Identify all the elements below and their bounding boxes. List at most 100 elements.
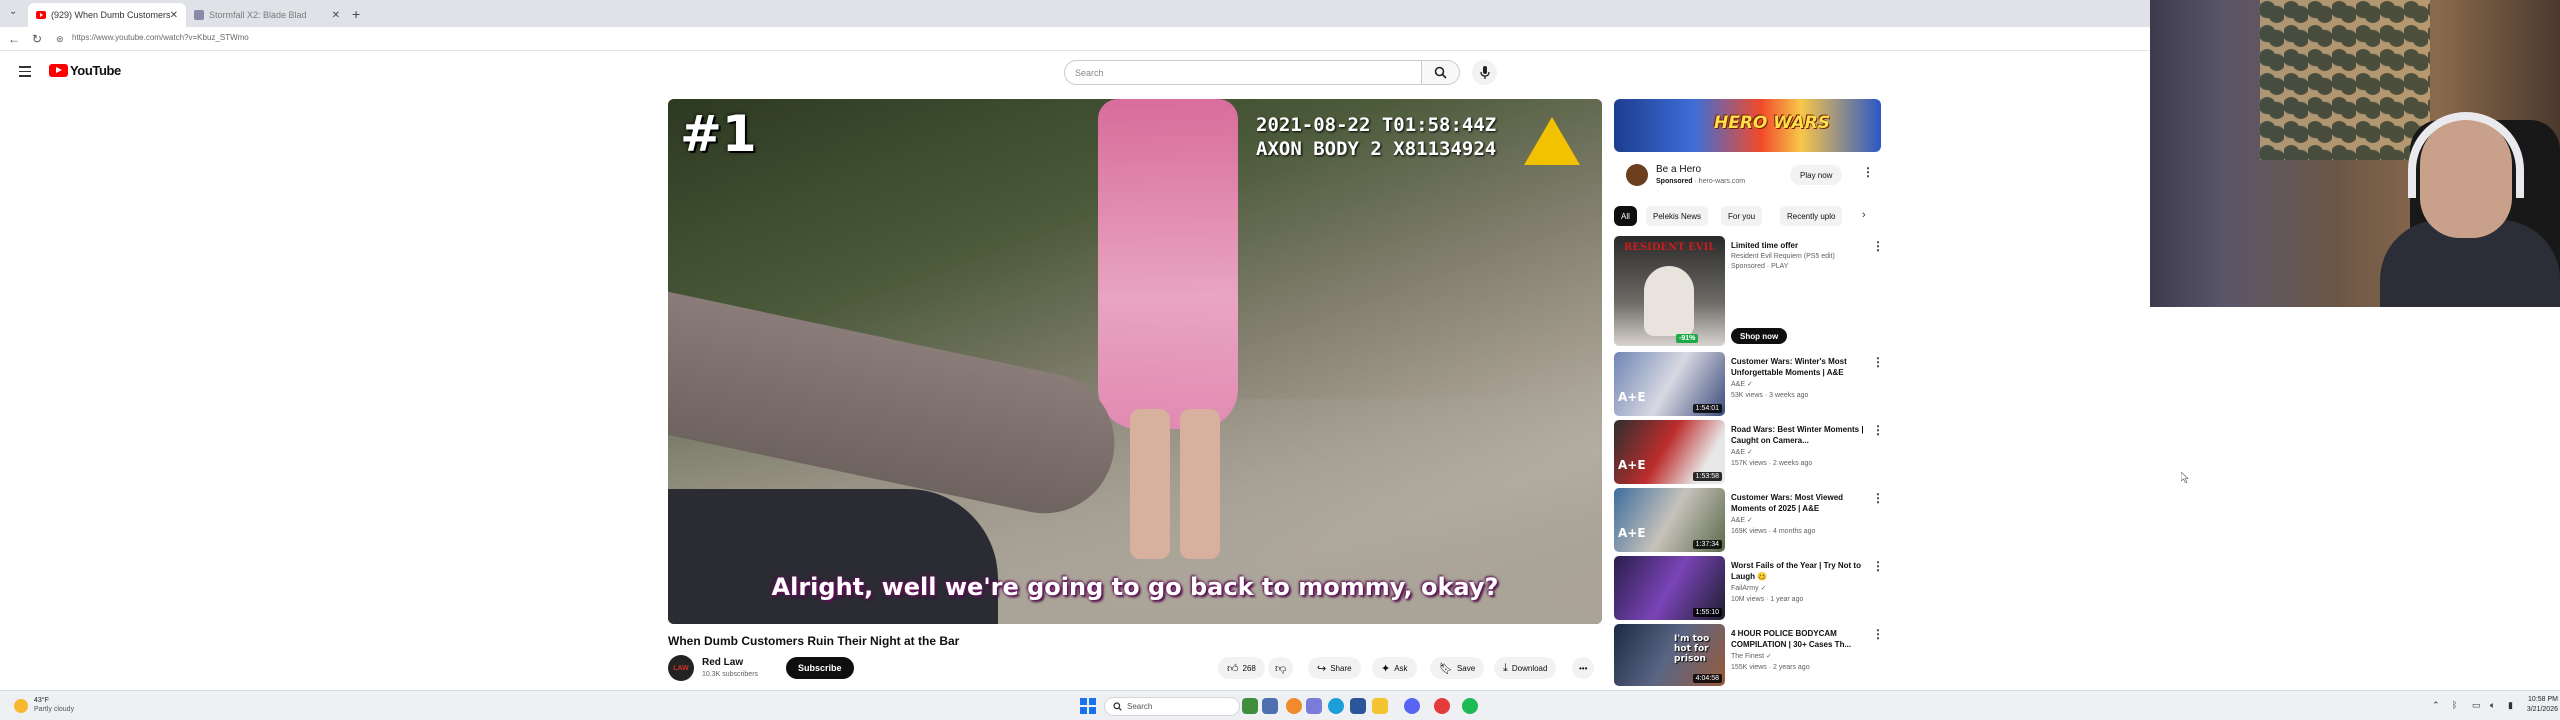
share-button[interactable]: ↪ Share xyxy=(1308,657,1361,679)
verified-icon: ✓ xyxy=(1760,585,1767,592)
download-button[interactable]: ⤓ Download xyxy=(1494,657,1557,679)
menu-icon[interactable] xyxy=(19,66,31,80)
system-clock[interactable]: 10:58 PM 3/21/2026 xyxy=(2524,695,2558,715)
more-vertical-icon[interactable]: ⋮ xyxy=(1872,560,1884,572)
voice-search-button[interactable] xyxy=(1472,60,1497,85)
reload-icon[interactable]: ↻ xyxy=(32,32,42,46)
rec-thumbnail[interactable]: A+E 1:53:58 xyxy=(1614,420,1725,484)
advertiser-logo xyxy=(1626,164,1648,186)
rec-thumbnail[interactable]: A+E 1:37:34 xyxy=(1614,488,1725,552)
rec-thumbnail[interactable]: A+E 1:54:01 xyxy=(1614,352,1725,416)
subscribe-button[interactable]: Subscribe xyxy=(786,657,854,679)
close-tab-icon[interactable]: ✕ xyxy=(170,10,178,21)
play-now-button[interactable]: Play now xyxy=(1790,165,1843,185)
url-field[interactable]: https://www.youtube.com/watch?v=Kbuz_STW… xyxy=(72,33,249,42)
rec-meta: 10M views · 1 year ago xyxy=(1731,596,1804,603)
verified-icon: ✓ xyxy=(1746,449,1753,456)
spotify-icon[interactable] xyxy=(1462,698,1478,714)
chrome-icon[interactable] xyxy=(1434,698,1450,714)
close-tab-icon[interactable]: ✕ xyxy=(332,10,340,21)
thumbnail-figure xyxy=(1644,266,1694,336)
tab-list-chevron-icon[interactable]: ⌄ xyxy=(9,6,17,17)
ad-banner-text: HERO WARS xyxy=(1714,113,1830,133)
youtube-logo[interactable]: YouTube xyxy=(49,63,121,78)
channel-avatar[interactable]: LAW xyxy=(668,655,694,681)
search-button[interactable] xyxy=(1422,60,1460,85)
shop-now-button[interactable]: Shop now xyxy=(1731,328,1788,344)
recommendation-item[interactable]: 1:55:10 Worst Fails of the Year | Try No… xyxy=(1614,556,1884,620)
ad-banner-image[interactable]: HERO WARS xyxy=(1614,99,1881,152)
more-vertical-icon[interactable]: ⋮ xyxy=(1872,424,1884,436)
battery-icon[interactable]: ▮ xyxy=(2508,700,2513,711)
share-icon: ↪ xyxy=(1317,662,1327,675)
edge-icon[interactable] xyxy=(1328,698,1344,714)
back-arrow-icon[interactable]: ← xyxy=(8,32,20,46)
more-vertical-icon[interactable]: ⋮ xyxy=(1872,240,1884,252)
video-player[interactable]: #1 2021-08-22 T01:58:44Z AXON BODY 2 X81… xyxy=(668,99,1602,624)
site-info-icon[interactable]: ⊜ xyxy=(56,34,64,45)
windows-start-icon[interactable] xyxy=(1080,698,1096,714)
store-icon[interactable] xyxy=(1350,698,1366,714)
duration-badge: 1:54:01 xyxy=(1692,404,1722,413)
rec-meta: 157K views · 2 weeks ago xyxy=(1731,460,1813,467)
recommendation-item[interactable]: I'm too hot for prison 4:04:58 4 HOUR PO… xyxy=(1614,624,1884,686)
tray-overflow-chevron-icon[interactable]: ⌃ xyxy=(2432,700,2440,711)
channel-name[interactable]: Red Law xyxy=(702,657,743,668)
more-vertical-icon[interactable]: ⋮ xyxy=(1872,492,1884,504)
recommendation-item[interactable]: A+E 1:37:34 Customer Wars: Most Viewed M… xyxy=(1614,488,1884,552)
task-view-icon[interactable] xyxy=(1262,698,1278,714)
discord-icon[interactable] xyxy=(1404,698,1420,714)
network-icon[interactable]: ▭ xyxy=(2472,700,2481,711)
dislike-button[interactable]: 👎︎ xyxy=(1268,657,1294,679)
rec-channel-name: FailArmy xyxy=(1731,585,1759,592)
thumbs-up-icon: 👍︎ xyxy=(1227,662,1239,675)
rec-channel-name: The Finest xyxy=(1731,653,1765,660)
sponsored-recommendation[interactable]: RESIDENT EVIL -91% Limited time offer Re… xyxy=(1614,236,1884,346)
more-actions-button[interactable]: ••• xyxy=(1572,657,1595,679)
filter-chips: All Pelekis News For you Recently uplo › xyxy=(1614,206,1881,226)
weather-temperature: 43°F xyxy=(34,697,49,704)
bluetooth-icon[interactable]: ᛒ xyxy=(2452,700,2457,710)
duration-badge: 4:04:58 xyxy=(1692,674,1722,683)
ad-title[interactable]: Be a Hero xyxy=(1656,164,1701,175)
video-frame-leg xyxy=(1180,409,1220,559)
rec-title: Worst Fails of the Year | Try Not to Lau… xyxy=(1731,561,1861,581)
chip-pelekis-news[interactable]: Pelekis News xyxy=(1646,206,1709,226)
more-vertical-icon[interactable]: ⋮ xyxy=(1872,356,1884,368)
thumbnail-text: A+E xyxy=(1618,458,1646,472)
recommendation-item[interactable]: A+E 1:54:01 Customer Wars: Winter's Most… xyxy=(1614,352,1884,416)
browser-tab-stormfall[interactable]: Stormfall X2: Blade Blad ✕ xyxy=(186,3,348,27)
tab-label: Stormfall X2: Blade Blad xyxy=(209,10,307,20)
rec-title: Road Wars: Best Winter Moments | Caught … xyxy=(1731,425,1864,445)
ask-button[interactable]: ✦ Ask xyxy=(1372,657,1417,679)
video-title: When Dumb Customers Ruin Their Night at … xyxy=(668,634,960,648)
new-tab-icon[interactable]: + xyxy=(352,6,360,22)
like-button[interactable]: 👍︎ 268 xyxy=(1218,657,1265,679)
more-vertical-icon[interactable]: ⋮ xyxy=(1872,628,1884,640)
search-icon xyxy=(1113,702,1122,711)
rec-title: 4 HOUR POLICE BODYCAM COMPILATION | 30+ … xyxy=(1731,629,1852,649)
more-vertical-icon[interactable]: ⋮ xyxy=(1862,166,1874,178)
chip-for-you[interactable]: For you xyxy=(1721,206,1763,226)
address-bar-row: ← ↻ ⊜ https://www.youtube.com/watch?v=Kb… xyxy=(0,27,2150,51)
sponsored-thumbnail[interactable]: RESIDENT EVIL -91% xyxy=(1614,236,1725,346)
chevron-right-icon[interactable]: › xyxy=(1862,209,1866,221)
recommendation-item[interactable]: A+E 1:53:58 Road Wars: Best Winter Momen… xyxy=(1614,420,1884,484)
save-button[interactable]: 🔖︎ Save xyxy=(1430,657,1485,679)
rec-thumbnail[interactable]: 1:55:10 xyxy=(1614,556,1725,620)
game-app-icon[interactable] xyxy=(1242,698,1258,714)
video-frame-child-dress xyxy=(1098,99,1238,429)
rec-meta: 155K views · 2 years ago xyxy=(1731,664,1810,671)
file-explorer-icon[interactable] xyxy=(1372,698,1388,714)
rec-thumbnail[interactable]: I'm too hot for prison 4:04:58 xyxy=(1614,624,1725,686)
search-input[interactable]: Search xyxy=(1064,60,1422,85)
chip-all[interactable]: All xyxy=(1614,206,1637,226)
chip-recently-uploaded[interactable]: Recently uplo xyxy=(1780,206,1843,226)
copilot-icon[interactable] xyxy=(1306,698,1322,714)
firefox-icon[interactable] xyxy=(1286,698,1302,714)
rec-line3: Sponsored · PLAY xyxy=(1731,263,1789,270)
ad-info-row: Be a Hero Sponsored · hero-wars.com Play… xyxy=(1614,158,1881,194)
browser-tab-youtube[interactable]: (929) When Dumb Customers ✕ xyxy=(28,3,186,27)
speaker-icon[interactable]: 🔈︎ xyxy=(2490,700,2495,711)
taskbar-search[interactable]: Search xyxy=(1104,697,1240,716)
